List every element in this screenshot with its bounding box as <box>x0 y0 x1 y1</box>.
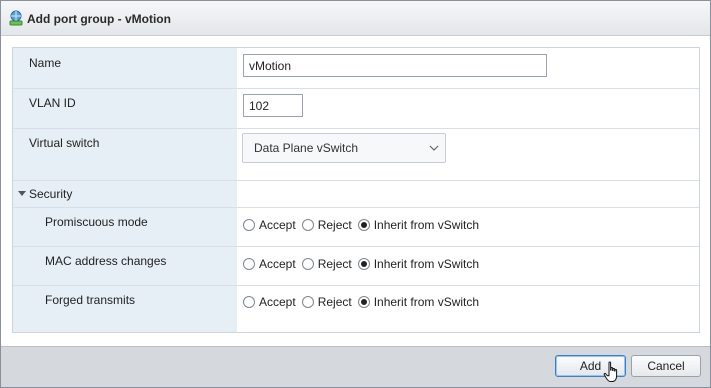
radio-button-selected[interactable] <box>357 219 370 231</box>
virtual-switch-value: Data Plane vSwitch <box>254 141 359 155</box>
name-input[interactable]: vMotion <box>243 54 547 77</box>
row-divider <box>13 285 699 286</box>
radio-button[interactable] <box>301 258 314 270</box>
dialog-body: Name vMotion VLAN ID 102 Virtual switch … <box>1 37 710 343</box>
cancel-button[interactable]: Cancel <box>631 355 701 377</box>
radio-button-selected[interactable] <box>357 296 370 308</box>
row-divider <box>13 128 699 129</box>
add-port-group-dialog: Add port group - vMotion Name vMotion VL… <box>0 0 711 388</box>
mac-address-changes-label: MAC address changes <box>45 254 167 268</box>
radio-button-selected[interactable] <box>357 258 370 270</box>
promiscuous-accept-option[interactable]: Accept <box>243 218 296 232</box>
port-group-form: Name vMotion VLAN ID 102 Virtual switch … <box>12 47 700 333</box>
forged-inherit-option[interactable]: Inherit from vSwitch <box>357 295 479 309</box>
row-divider <box>13 180 699 181</box>
mac-reject-option[interactable]: Reject <box>301 257 352 271</box>
virtual-switch-label: Virtual switch <box>29 136 100 150</box>
name-input-value: vMotion <box>249 58 292 73</box>
promiscuous-reject-option[interactable]: Reject <box>301 218 352 232</box>
radio-button[interactable] <box>243 296 255 308</box>
radio-button[interactable] <box>243 258 255 270</box>
vlan-id-label: VLAN ID <box>29 96 76 110</box>
port-group-icon <box>9 10 23 26</box>
row-divider <box>13 88 699 89</box>
forged-transmits-radio-group: Accept Reject Inherit from vSwitch <box>243 295 485 309</box>
row-divider <box>13 246 699 247</box>
row-divider <box>13 207 699 208</box>
mac-inherit-option[interactable]: Inherit from vSwitch <box>357 257 479 271</box>
promiscuous-mode-radio-group: Accept Reject Inherit from vSwitch <box>243 218 485 232</box>
security-section-header[interactable]: Security <box>29 187 72 201</box>
dialog-title: Add port group - vMotion <box>27 12 171 26</box>
radio-button[interactable] <box>301 219 314 231</box>
name-label: Name <box>29 56 62 70</box>
virtual-switch-select[interactable]: Data Plane vSwitch <box>242 133 446 163</box>
radio-button[interactable] <box>301 296 314 308</box>
promiscuous-inherit-option[interactable]: Inherit from vSwitch <box>357 218 479 232</box>
promiscuous-mode-label: Promiscuous mode <box>45 215 148 229</box>
dialog-titlebar: Add port group - vMotion <box>1 1 710 36</box>
mac-accept-option[interactable]: Accept <box>243 257 296 271</box>
forged-transmits-label: Forged transmits <box>45 293 136 307</box>
radio-button[interactable] <box>243 219 255 231</box>
security-collapse-caret-icon[interactable] <box>18 191 26 196</box>
hand-pointer-cursor-icon <box>603 361 618 382</box>
chevron-down-icon <box>429 145 439 151</box>
vlan-id-input-value: 102 <box>249 98 270 113</box>
forged-accept-option[interactable]: Accept <box>243 295 296 309</box>
vlan-id-input[interactable]: 102 <box>243 94 303 117</box>
forged-reject-option[interactable]: Reject <box>301 295 352 309</box>
mac-address-changes-radio-group: Accept Reject Inherit from vSwitch <box>243 257 485 271</box>
